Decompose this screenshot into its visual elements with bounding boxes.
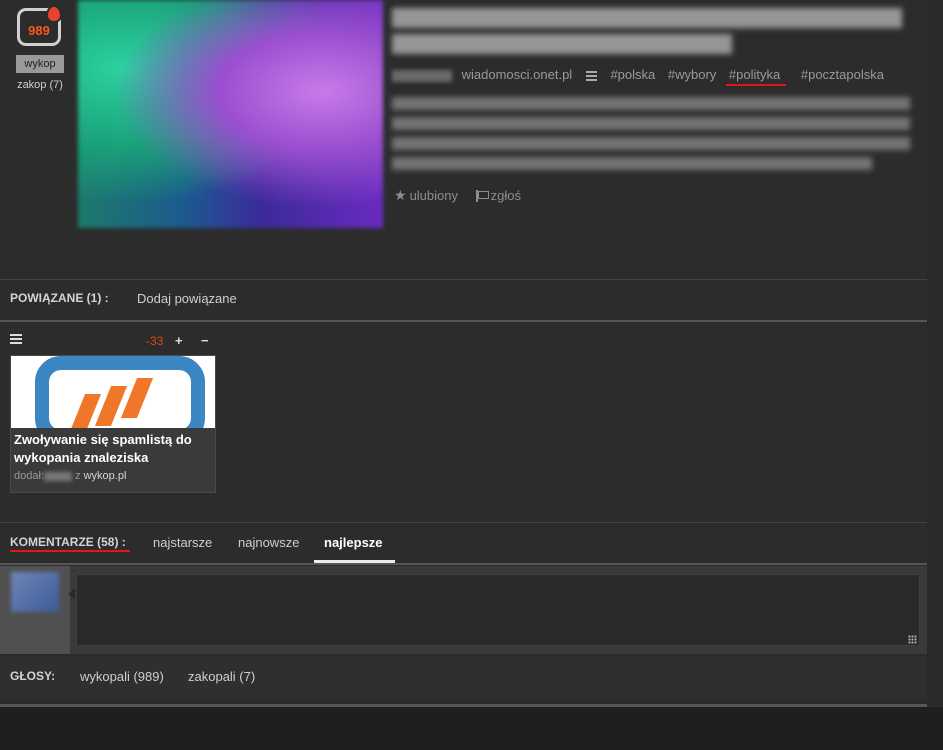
source-link[interactable]: wiadomosci.onet.pl	[462, 67, 573, 82]
related-card-image[interactable]	[11, 356, 215, 428]
entry-actions: ★ ulubiony zgłoś	[394, 187, 535, 204]
comment-input[interactable]	[76, 574, 920, 646]
entry-description-blurred	[392, 117, 910, 130]
tag-highlight-underline	[726, 84, 786, 86]
author-blurred[interactable]	[392, 69, 452, 82]
related-card[interactable]: Zwoływanie się spamlistą do wykopania zn…	[10, 355, 216, 493]
entry-description-blurred	[392, 137, 910, 150]
hot-icon	[46, 5, 62, 23]
comments-label-underline	[10, 550, 130, 552]
divider	[0, 320, 927, 322]
tag-polska[interactable]: #polska	[610, 67, 655, 82]
vote-count: 989	[28, 23, 50, 38]
add-related-link[interactable]: Dodaj powiązane	[137, 291, 237, 306]
resize-handle-icon[interactable]	[908, 635, 917, 644]
tag-pocztapolska[interactable]: #pocztapolska	[801, 67, 884, 82]
report-button[interactable]: zgłoś	[475, 188, 521, 203]
added-by-label: dodał:	[14, 470, 44, 482]
related-card-title[interactable]: Zwoływanie się spamlistą do wykopania zn…	[14, 431, 212, 467]
related-card-meta: dodał: z wykop.pl	[14, 470, 126, 482]
divider	[0, 563, 927, 565]
divider	[0, 279, 927, 280]
star-icon: ★	[394, 187, 407, 203]
tag-wybory[interactable]: #wybory	[668, 67, 716, 82]
entry-title-blurred[interactable]	[392, 8, 902, 28]
entry-description-blurred	[392, 97, 910, 110]
list-icon	[585, 69, 597, 83]
entry-thumbnail[interactable]	[78, 0, 383, 228]
zakopali-link[interactable]: zakopali (7)	[188, 669, 255, 684]
entry-meta: wiadomosci.onet.pl #polska #wybory #poli…	[392, 67, 893, 83]
comment-pointer	[68, 588, 75, 600]
entry-description-blurred	[392, 157, 872, 170]
tab-newest[interactable]: najnowsze	[238, 535, 299, 550]
votes-label: GŁOSY:	[10, 669, 56, 683]
zakop-link[interactable]: zakop (7)	[8, 79, 72, 91]
related-label: POWIĄZANE (1) :	[10, 291, 109, 305]
votes-bar: GŁOSY: wykopali (989) zakopali (7)	[0, 656, 927, 698]
minus-icon[interactable]: −	[201, 333, 209, 348]
related-score: -33	[146, 334, 164, 348]
flag-icon	[475, 190, 489, 202]
related-card-source[interactable]: wykop.pl	[84, 470, 127, 482]
avatar-strip	[0, 566, 70, 654]
wykopali-link[interactable]: wykopali (989)	[80, 669, 164, 684]
added-by-user-blurred[interactable]	[43, 471, 72, 481]
tag-polityka[interactable]: #polityka	[729, 67, 780, 82]
tab-best[interactable]: najlepsze	[324, 535, 383, 550]
tab-oldest[interactable]: najstarsze	[153, 535, 212, 550]
wykop-button[interactable]: wykop	[16, 55, 64, 73]
footer	[0, 707, 943, 750]
report-label: zgłoś	[490, 188, 521, 203]
content-panel: 989 wykop zakop (7) wiadomosci.onet.pl #…	[0, 0, 927, 706]
divider	[0, 522, 927, 523]
menu-icon[interactable]	[10, 334, 22, 346]
plus-icon[interactable]: +	[175, 333, 183, 348]
vote-counter: 989	[17, 5, 62, 46]
comments-label: KOMENTARZE (58) :	[10, 535, 126, 549]
avatar[interactable]	[11, 572, 59, 612]
entry-title-blurred-line2[interactable]	[392, 34, 732, 54]
favorite-button[interactable]: ★ ulubiony	[394, 187, 458, 204]
right-gutter	[927, 0, 943, 706]
favorite-label: ulubiony	[409, 188, 458, 203]
from-label: z	[75, 470, 81, 482]
